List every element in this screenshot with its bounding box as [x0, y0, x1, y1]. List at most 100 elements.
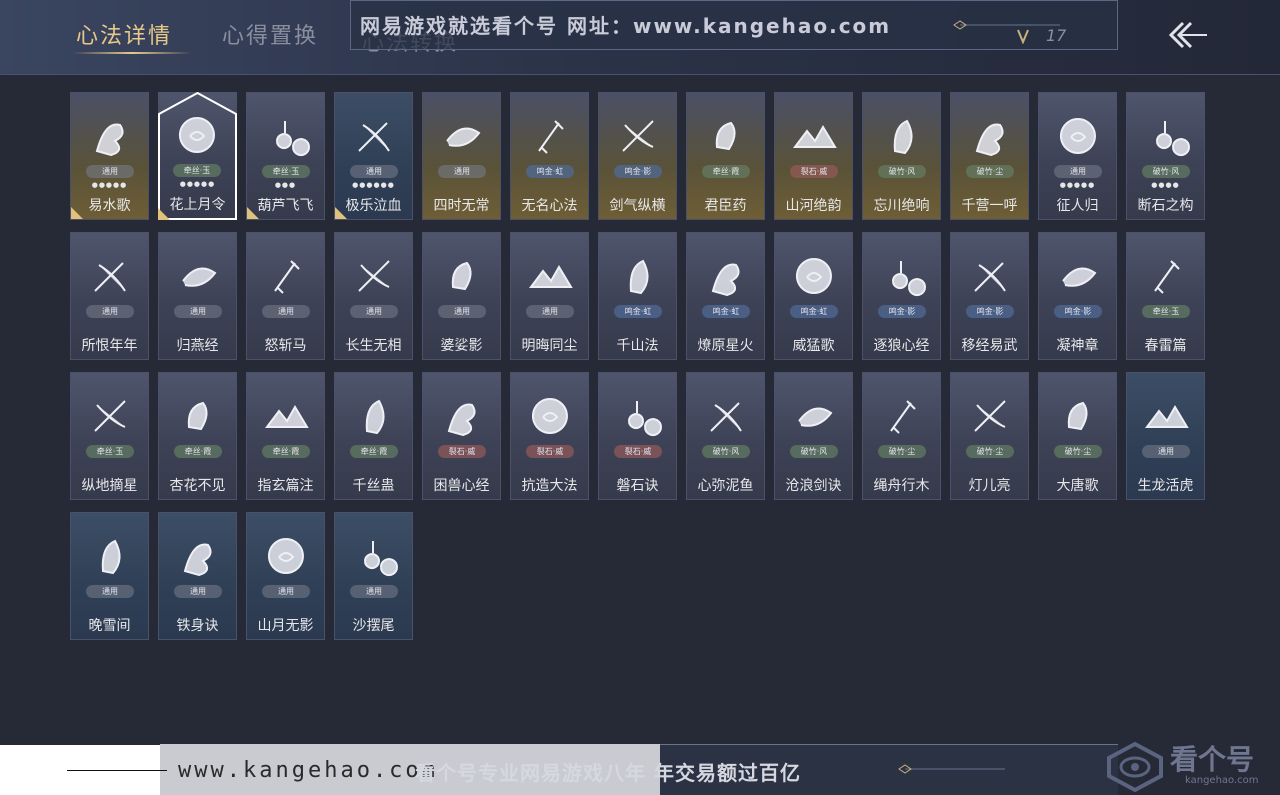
- xinfa-card[interactable]: 鸣金·影 凝神章: [1038, 232, 1117, 360]
- skill-art-icon: [975, 123, 1004, 157]
- card-name: 沙摆尾: [352, 618, 395, 634]
- xinfa-card[interactable]: 牵丝·玉 ●●●●● 花上月令: [158, 92, 237, 220]
- xinfa-card[interactable]: 鸣金·虹威猛歌: [774, 232, 853, 360]
- card-name: 千山法: [616, 338, 659, 354]
- card-type-badge: 鸣金·虹: [790, 305, 838, 318]
- tab-xinfa-details[interactable]: 心法详情: [76, 18, 172, 50]
- resource-count: 17: [1046, 26, 1067, 45]
- kangehao-logo-icon: [1107, 741, 1163, 793]
- xinfa-card[interactable]: 牵丝·霞 君臣药: [686, 92, 765, 220]
- xinfa-card[interactable]: 裂石·威抗造大法: [510, 372, 589, 500]
- xinfa-card[interactable]: 通用 ●●●●●● 极乐泣血: [334, 92, 413, 220]
- skill-art-icon: [893, 119, 913, 155]
- card-type-badge: 裂石·威: [438, 445, 486, 458]
- skill-art-icon: [711, 263, 740, 297]
- skill-art-icon: [364, 541, 398, 576]
- xinfa-card[interactable]: 牵丝·玉 春雷篇: [1126, 232, 1205, 360]
- card-name: 指玄篇注: [257, 478, 314, 494]
- card-name: 抗造大法: [521, 478, 578, 494]
- card-type-badge: 通用: [350, 305, 398, 318]
- xinfa-card[interactable]: 鸣金·虹 无名心法: [510, 92, 589, 220]
- xinfa-card[interactable]: 通用 明晦同尘: [510, 232, 589, 360]
- skill-art-icon: [890, 400, 916, 434]
- xinfa-card[interactable]: 裂石·威 磐石诀: [598, 372, 677, 500]
- watermark-site-bottom: www.kangehao.com: [178, 758, 438, 783]
- xinfa-card[interactable]: 鸣金·虹 燎原星火: [686, 232, 765, 360]
- xinfa-card[interactable]: 鸣金·虹千山法: [598, 232, 677, 360]
- xinfa-card[interactable]: 破竹·风 沧浪剑诀: [774, 372, 853, 500]
- xinfa-card[interactable]: 破竹·尘 绳舟行木: [862, 372, 941, 500]
- card-type-badge: 裂石·威: [526, 445, 574, 458]
- equipped-check-icon: [247, 207, 259, 219]
- xinfa-card[interactable]: 裂石·威 困兽心经: [422, 372, 501, 500]
- xinfa-card[interactable]: 通用 铁身诀: [158, 512, 237, 640]
- xinfa-card[interactable]: 通用 山月无影: [246, 512, 325, 640]
- xinfa-card[interactable]: 牵丝·霞 千丝蛊: [334, 372, 413, 500]
- skill-art-icon: [793, 125, 837, 148]
- card-type-badge: 鸣金·虹: [526, 165, 574, 178]
- xinfa-card[interactable]: 通用 沙摆尾: [334, 512, 413, 640]
- xinfa-card[interactable]: 破竹·尘 千营一呼: [950, 92, 1029, 220]
- card-name: 晚雪间: [88, 618, 131, 634]
- xinfa-card[interactable]: 破竹·风 心弥泥鱼: [686, 372, 765, 500]
- xinfa-card[interactable]: 通用 长生无相: [334, 232, 413, 360]
- ornament-divider-bottom-icon: [898, 764, 1005, 774]
- xinfa-card[interactable]: 通用 怒斩马: [246, 232, 325, 360]
- logo-sub: kangehao.com: [1185, 775, 1259, 786]
- card-type-badge: 牵丝·霞: [702, 165, 750, 178]
- xinfa-card[interactable]: 破竹·风 忘川绝响: [862, 92, 941, 220]
- skill-art-icon: [974, 262, 1006, 292]
- xinfa-card[interactable]: 通用 归燕经: [158, 232, 237, 360]
- card-level-dots: ●●●●●: [1059, 181, 1096, 189]
- xinfa-card[interactable]: 通用 所恨年年: [70, 232, 149, 360]
- card-type-badge: 通用: [350, 165, 398, 178]
- card-type-badge: 牵丝·玉: [1142, 305, 1190, 318]
- card-type-badge: 通用: [174, 585, 222, 598]
- skill-art-icon: [1059, 118, 1096, 154]
- card-name: 千营一呼: [961, 198, 1018, 214]
- skill-art-icon: [446, 127, 481, 147]
- active-tab-underline: [72, 52, 192, 54]
- card-name: 威猛歌: [792, 338, 835, 354]
- card-level-dots: ●●●●●: [91, 181, 128, 189]
- xinfa-card[interactable]: 通用 生龙活虎: [1126, 372, 1205, 500]
- back-arrow-icon: [1168, 21, 1207, 49]
- xinfa-card[interactable]: 通用 四时无常: [422, 92, 501, 220]
- xinfa-card[interactable]: 通用 ●●●●● 征人归: [1038, 92, 1117, 220]
- card-type-badge: 通用: [262, 585, 310, 598]
- xinfa-card[interactable]: 通用 晚雪间: [70, 512, 149, 640]
- xinfa-card[interactable]: 破竹·风 ●●●● 断石之构: [1126, 92, 1205, 220]
- xinfa-card[interactable]: 鸣金·影 逐狼心经: [862, 232, 941, 360]
- xinfa-card[interactable]: 牵丝·玉 ●●● 葫芦飞飞: [246, 92, 325, 220]
- skill-art-icon: [274, 260, 300, 294]
- xinfa-card[interactable]: 破竹·尘 灯儿亮: [950, 372, 1029, 500]
- skill-art-icon: [94, 400, 126, 432]
- card-type-badge: 鸣金·虹: [614, 305, 662, 318]
- xinfa-card[interactable]: 牵丝·霞 指玄篇注: [246, 372, 325, 500]
- back-button[interactable]: [1165, 18, 1209, 52]
- xinfa-card[interactable]: 通用 ●●●●● 易水歌: [70, 92, 149, 220]
- card-type-badge: 破竹·风: [878, 165, 926, 178]
- xinfa-card[interactable]: 裂石·威 山河绝韵: [774, 92, 853, 220]
- skill-art-icon: [94, 262, 126, 292]
- xinfa-card[interactable]: 鸣金·影 移经易武: [950, 232, 1029, 360]
- card-type-badge: 破竹·风: [790, 445, 838, 458]
- card-type-badge: 通用: [438, 305, 486, 318]
- equipped-check-icon: [158, 208, 170, 220]
- skill-art-icon: [182, 267, 217, 287]
- card-type-badge: 鸣金·影: [614, 165, 662, 178]
- skill-art-icon: [538, 120, 564, 154]
- logo-text: 看个号: [1170, 743, 1255, 776]
- xinfa-card[interactable]: 牵丝·玉 纵地摘星: [70, 372, 149, 500]
- xinfa-card[interactable]: 通用 婆娑影: [422, 232, 501, 360]
- skill-art-icon: [1067, 401, 1088, 431]
- skill-art-icon: [529, 265, 573, 288]
- tab-xinde-exchange[interactable]: 心得置换: [222, 18, 318, 50]
- card-level-dots: ●●●: [274, 181, 297, 189]
- card-type-badge: 牵丝·霞: [350, 445, 398, 458]
- xinfa-card[interactable]: 鸣金·影 剑气纵横: [598, 92, 677, 220]
- skill-art-icon: [1156, 121, 1190, 156]
- xinfa-card[interactable]: 牵丝·霞 杏花不见: [158, 372, 237, 500]
- card-type-badge: 通用: [526, 305, 574, 318]
- xinfa-card[interactable]: 破竹·尘 大唐歌: [1038, 372, 1117, 500]
